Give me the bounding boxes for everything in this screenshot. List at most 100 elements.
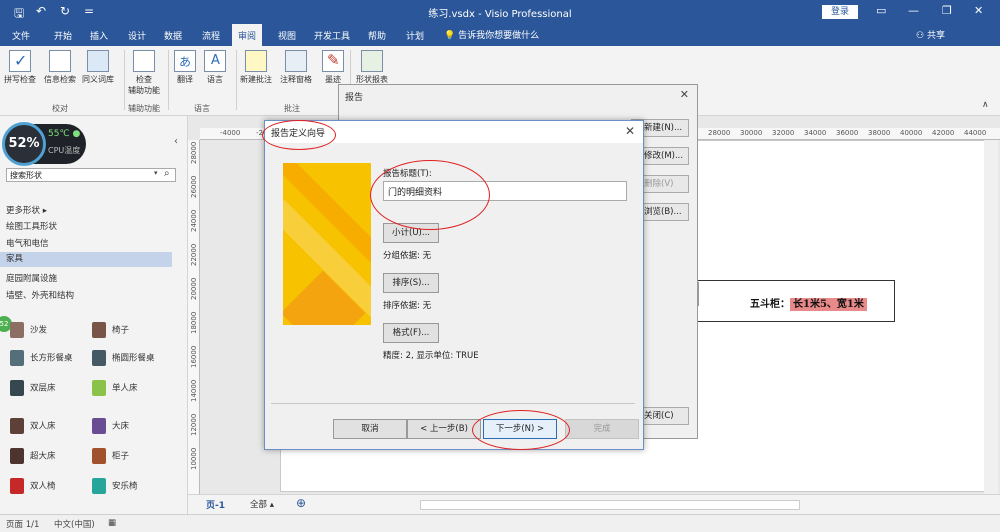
all-pages-tab[interactable]: 全部 ▴	[250, 498, 274, 510]
vertical-scrollbar[interactable]	[984, 140, 998, 494]
finish-button[interactable]: 完成	[565, 419, 639, 439]
ruler-tick: 42000	[932, 129, 955, 137]
king-bed-icon	[10, 448, 24, 464]
chevron-right-icon: ▸	[42, 206, 47, 216]
pane-icon	[285, 50, 307, 72]
shape-rect-table[interactable]: 长方形餐桌	[10, 350, 73, 366]
spell-check-label: 拼写检查	[4, 75, 36, 84]
ribbon-separator	[124, 50, 125, 110]
minimize-icon[interactable]: —	[908, 4, 919, 17]
new-comment-button[interactable]: 新建批注	[240, 50, 272, 85]
category-drawing-tools[interactable]: 绘图工具形状	[6, 220, 57, 232]
category-electrical[interactable]: 电气和电信	[6, 237, 49, 249]
ruler-tick: 38000	[868, 129, 891, 137]
shape-single-bed[interactable]: 单人床	[92, 380, 138, 396]
restore-icon[interactable]: ❐	[942, 4, 952, 17]
tab-plan[interactable]: 计划	[406, 29, 424, 42]
callout-highlight: 长1米5、宽1米	[790, 298, 867, 311]
search-shapes-input[interactable]: 搜索形状	[6, 168, 176, 182]
page-tab[interactable]: 页-1	[206, 498, 225, 511]
tab-view[interactable]: 视图	[278, 29, 296, 42]
annotation-circle	[262, 120, 336, 150]
shape-large-bed[interactable]: 大床	[92, 418, 129, 434]
language-status[interactable]: 中文(中国)	[54, 518, 95, 530]
shape-label: 单人床	[112, 383, 138, 394]
format-button[interactable]: 格式(F)...	[383, 323, 439, 343]
shape-king-bed[interactable]: 超大床	[10, 448, 56, 464]
close-icon[interactable]: ✕	[974, 4, 983, 17]
tab-data[interactable]: 数据	[164, 29, 182, 42]
comment-icon	[245, 50, 267, 72]
shape-armchair[interactable]: 安乐椅	[92, 478, 138, 494]
shape-double-bed[interactable]: 双人床	[10, 418, 56, 434]
language-button[interactable]: 语言	[204, 50, 226, 85]
ink-button[interactable]: 墨迹	[322, 50, 344, 85]
cancel-button[interactable]: 取消	[333, 419, 407, 439]
tab-process[interactable]: 流程	[202, 29, 220, 42]
check-label: 检查	[136, 75, 152, 84]
spell-check-button[interactable]: 拼写检查	[4, 50, 36, 85]
double-bed-icon	[10, 418, 24, 434]
tab-help[interactable]: 帮助	[368, 29, 386, 42]
book-icon	[87, 50, 109, 72]
share-button[interactable]: ⚇ 共享	[916, 28, 945, 41]
sort-button[interactable]: 排序(S)...	[383, 273, 439, 293]
check-accessibility-button[interactable]: 检查 辅助功能	[128, 50, 160, 96]
translate-button[interactable]: 翻译	[174, 50, 196, 85]
share-label: 共享	[926, 31, 945, 41]
ink-icon	[322, 50, 344, 72]
wizard-divider	[271, 403, 635, 404]
shape-report-button[interactable]: 形状报表	[356, 50, 388, 85]
collapse-ribbon-icon[interactable]: ∧	[982, 100, 989, 110]
horizontal-scrollbar[interactable]	[420, 500, 800, 510]
macro-icon[interactable]: ▦	[108, 518, 116, 528]
thesaurus-button[interactable]: 同义词库	[82, 50, 114, 85]
tab-file[interactable]: 文件	[12, 29, 30, 42]
ruler-tick: 16000	[190, 345, 198, 368]
ribbon-display-icon[interactable]: ▭	[876, 4, 886, 17]
research-button[interactable]: 信息检索	[44, 50, 76, 85]
category-garden[interactable]: 庭园附属设施	[6, 272, 57, 284]
comment-pane-button[interactable]: 注释窗格	[280, 50, 312, 85]
sofa-icon	[10, 322, 24, 338]
group-by-label: 分组依据: 无	[383, 251, 432, 261]
spell-check-icon	[9, 50, 31, 72]
category-more-shapes[interactable]: 更多形状 ▸	[6, 204, 47, 216]
back-button[interactable]: < 上一步(B)	[407, 419, 481, 439]
collapse-panel-icon[interactable]: ‹	[174, 136, 178, 147]
chevron-down-icon[interactable]: ▾	[154, 169, 158, 177]
cpu-monitor-widget: 52% 55℃ ● CPU温度	[2, 122, 86, 166]
category-label: 更多形状	[6, 206, 41, 216]
close-icon[interactable]: ✕	[680, 88, 689, 101]
callout-text: 五斗柜： 长1米5、宽1米	[750, 295, 867, 311]
loveseat-icon	[10, 478, 24, 494]
tell-me-search[interactable]: 💡 告诉我你想要做什么	[444, 28, 539, 41]
tab-insert[interactable]: 插入	[90, 29, 108, 42]
shape-label: 安乐椅	[112, 481, 138, 492]
ruler-tick: 14000	[190, 379, 198, 402]
callout-shape[interactable]: 五斗柜： 长1米5、宽1米	[697, 280, 895, 322]
shapes-panel: 52% 55℃ ● CPU温度 ‹ 搜索形状 ▾ ⌕ 更多形状 ▸ 绘图工具形状…	[0, 116, 188, 516]
shape-cabinet[interactable]: 柜子	[92, 448, 129, 464]
category-walls[interactable]: 墙壁、外壳和结构	[6, 289, 74, 301]
shape-loveseat[interactable]: 双人椅	[10, 478, 56, 494]
tab-design[interactable]: 设计	[128, 29, 146, 42]
login-button[interactable]: 登录	[822, 5, 858, 19]
shape-oval-table[interactable]: 椭圆形餐桌	[92, 350, 155, 366]
search-icon[interactable]: ⌕	[164, 168, 170, 179]
tab-developer[interactable]: 开发工具	[314, 29, 350, 42]
shape-chair[interactable]: 椅子	[92, 322, 129, 338]
close-icon[interactable]: ✕	[625, 124, 635, 138]
shape-bunk-bed[interactable]: 双层床	[10, 380, 56, 396]
leaf-icon: ●	[72, 129, 81, 139]
tab-review[interactable]: 审阅	[232, 24, 263, 46]
group-proofing: 校对	[52, 104, 68, 113]
shape-label: 椭圆形餐桌	[112, 353, 155, 364]
ruler-tick: 28000	[190, 141, 198, 164]
research-label: 信息检索	[44, 75, 76, 84]
category-furniture[interactable]: 家具	[0, 252, 172, 267]
shape-sofa[interactable]: 沙发	[10, 322, 47, 338]
precision-label: 精度: 2, 显示单位: TRUE	[383, 351, 479, 361]
add-page-icon[interactable]: ⊕	[296, 496, 306, 510]
tab-home[interactable]: 开始	[54, 29, 72, 42]
